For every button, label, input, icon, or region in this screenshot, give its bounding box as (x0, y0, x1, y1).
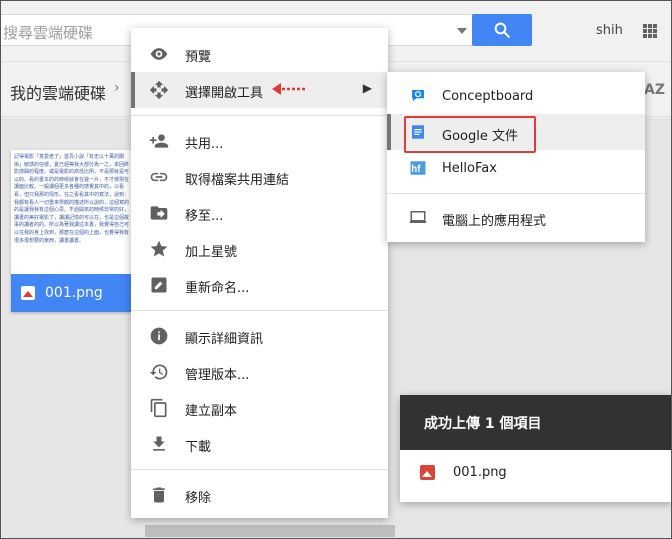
menu-item-label: 預覽 (185, 50, 212, 65)
upload-toast: 成功上傳 1 個項目 001.png (400, 395, 672, 502)
menu-item-star[interactable]: 加上星號 (131, 231, 388, 267)
submenu-item-google-docs[interactable]: Google 文件 (387, 114, 645, 153)
menu-item-details[interactable]: 顯示詳細資訊 (131, 318, 388, 354)
menu-item-label: 建立副本 (185, 404, 238, 419)
user-name[interactable]: shih (596, 23, 623, 38)
menu-item-label: 取得檔案共用連結 (185, 173, 290, 188)
toast-header: 成功上傳 1 個項目 (400, 395, 672, 450)
search-button[interactable] (472, 14, 532, 46)
menu-item-versions[interactable]: 管理版本... (131, 354, 388, 390)
submenu-item-label: Conceptboard (442, 89, 534, 104)
search-options-chevron-down-icon[interactable] (457, 28, 467, 34)
file-name-bar: 001.png (11, 274, 133, 312)
divider (131, 469, 388, 470)
eye-icon (150, 48, 168, 60)
submenu-item-label: Google 文件 (442, 129, 518, 144)
horizontal-scrollbar[interactable] (145, 525, 395, 537)
copy-icon (150, 398, 167, 418)
computer-icon (409, 211, 427, 223)
download-icon (153, 436, 165, 451)
move-folder-icon (150, 206, 168, 220)
menu-item-label: 下載 (185, 440, 212, 455)
menu-item-label: 重新命名... (185, 281, 250, 296)
menu-item-label: 顯示詳細資訊 (185, 332, 264, 347)
menu-item-share[interactable]: 共用... (131, 123, 388, 159)
divider (131, 310, 388, 311)
submenu-item-hellofax[interactable]: hf HelloFax (387, 150, 645, 186)
trash-icon (153, 487, 165, 503)
sort-az-icon[interactable]: AZ (644, 82, 665, 98)
conceptboard-icon (412, 90, 424, 102)
file-thumbnail: 記得電影「意愛老了」首頁小說「有史以十萬的關係」敏感的信號，夏已經等我大部分為一… (11, 150, 133, 274)
search-placeholder: 搜尋雲端硬碟 (3, 24, 94, 42)
apps-grid-icon[interactable] (643, 24, 657, 38)
divider (131, 115, 388, 116)
image-file-icon (420, 465, 435, 480)
divider (387, 193, 645, 194)
menu-item-label: 移至... (185, 209, 224, 224)
toast-file-name: 001.png (453, 465, 507, 480)
star-icon (150, 240, 168, 257)
link-icon (150, 172, 168, 182)
open-with-submenu: Conceptboard Google 文件 hf HelloFax 電腦上的應… (387, 72, 645, 242)
submenu-item-desktop-apps[interactable]: 電腦上的應用程式 (387, 199, 645, 235)
submenu-item-label: HelloFax (442, 161, 497, 176)
context-menu: 預覽 選擇開啟工具 ▶ 共用... 取得檔案共用連結 移至... 加上星號 重新… (131, 28, 388, 518)
history-icon (149, 364, 168, 380)
menu-item-open-with[interactable]: 選擇開啟工具 ▶ (131, 72, 388, 108)
menu-item-rename[interactable]: 重新命名... (131, 267, 388, 303)
person-add-icon (149, 134, 169, 148)
submenu-item-conceptboard[interactable]: Conceptboard (387, 78, 645, 114)
search-icon (494, 22, 510, 38)
menu-item-preview[interactable]: 預覽 (131, 36, 388, 72)
menu-item-label: 管理版本... (185, 368, 250, 383)
menu-item-remove[interactable]: 移除 (131, 477, 388, 513)
google-docs-icon (412, 125, 424, 139)
menu-item-download[interactable]: 下載 (131, 426, 388, 462)
annotation-arrow-icon (272, 83, 306, 95)
menu-item-move[interactable]: 移至... (131, 195, 388, 231)
hellofax-icon: hf (410, 161, 426, 175)
menu-item-get-link[interactable]: 取得檔案共用連結 (131, 159, 388, 195)
menu-item-label: 共用... (185, 137, 224, 152)
file-preview-text: 記得電影「意愛老了」首頁小說「有史以十萬的關係」敏感的信號，夏已經等我大部分為一… (14, 154, 130, 244)
submenu-item-label: 電腦上的應用程式 (442, 214, 547, 229)
rename-icon (151, 277, 167, 293)
menu-item-copy[interactable]: 建立副本 (131, 390, 388, 426)
breadcrumb[interactable]: 我的雲端硬碟 (10, 80, 106, 104)
chevron-right-icon: › (114, 80, 120, 96)
open-with-icon (149, 80, 169, 100)
svg-text:hf: hf (411, 164, 421, 175)
file-card[interactable]: 記得電影「意愛老了」首頁小說「有史以十萬的關係」敏感的信號，夏已經等我大部分為一… (11, 150, 133, 312)
file-name: 001.png (45, 285, 103, 301)
image-file-icon (21, 286, 35, 300)
menu-item-label: 選擇開啟工具 (185, 86, 264, 101)
toast-title: 成功上傳 1 個項目 (424, 416, 542, 432)
chevron-right-icon: ▶ (362, 81, 372, 95)
menu-item-label: 移除 (185, 491, 212, 506)
info-icon (150, 327, 168, 345)
menu-item-label: 加上星號 (185, 245, 238, 260)
